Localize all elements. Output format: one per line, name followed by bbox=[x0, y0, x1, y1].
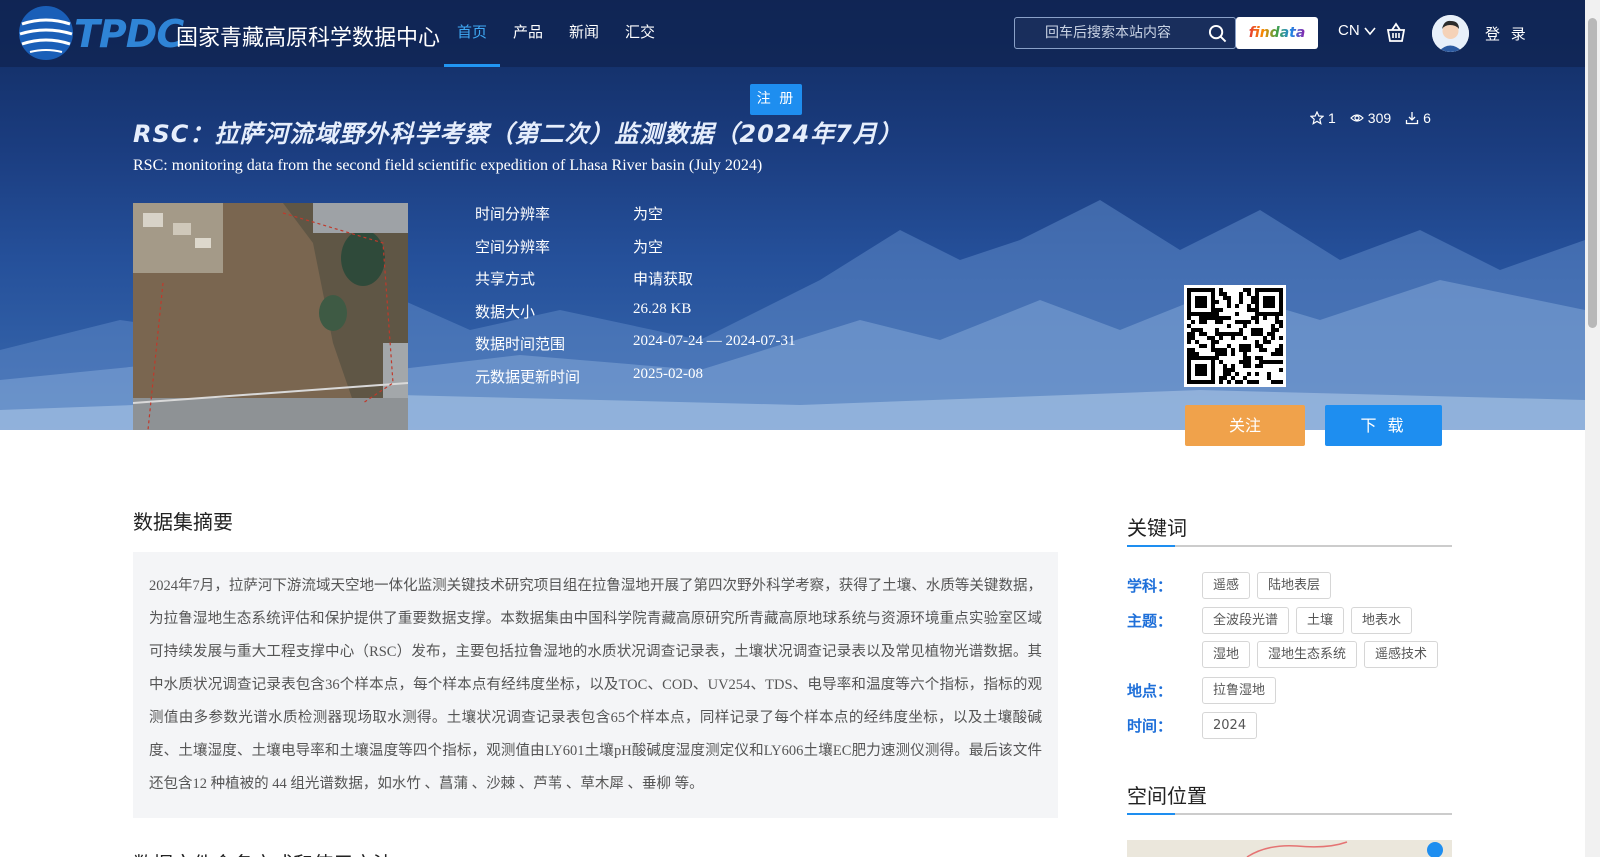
nav-products[interactable]: 产品 bbox=[500, 0, 556, 67]
abstract-heading: 数据集摘要 bbox=[133, 510, 233, 534]
chevron-down-icon bbox=[1364, 27, 1376, 36]
keyword-tag[interactable]: 地表水 bbox=[1351, 607, 1413, 634]
download-count-value: 6 bbox=[1423, 110, 1431, 126]
main-nav: 首页 产品 新闻 汇交 bbox=[444, 0, 668, 67]
search-icon[interactable] bbox=[1208, 24, 1227, 43]
view-count: 309 bbox=[1349, 110, 1392, 126]
meta-value-data-size: 26.28 KB bbox=[633, 300, 692, 317]
view-count-value: 309 bbox=[1367, 110, 1392, 126]
dataset-title-en: RSC: monitoring data from the second fie… bbox=[133, 157, 763, 174]
logo-name: 国家青藏高原科学数据中心 bbox=[176, 26, 441, 51]
user-avatar-icon bbox=[1432, 15, 1469, 52]
findata-button[interactable]: findata bbox=[1236, 17, 1318, 49]
keyword-label-location: 地点： bbox=[1127, 682, 1173, 700]
location-map[interactable] bbox=[1127, 840, 1452, 857]
satellite-image bbox=[133, 203, 408, 430]
meta-value-spatial-resolution: 为空 bbox=[633, 239, 664, 256]
meta-label-updated: 元数据更新时间 bbox=[475, 367, 581, 386]
meta-value-updated: 2025-02-08 bbox=[633, 365, 703, 382]
map-preview bbox=[1246, 841, 1443, 857]
keyword-label-topic: 主题： bbox=[1127, 612, 1173, 630]
keywords-divider bbox=[1127, 545, 1452, 547]
download-count: 6 bbox=[1405, 110, 1431, 126]
search-box bbox=[1014, 17, 1236, 49]
meta-label-sharing: 共享方式 bbox=[475, 270, 536, 288]
abstract-text: 2024年7月，拉萨河下游流域天空地一体化监测关键技术研究项目组在拉鲁湿地开展了… bbox=[133, 552, 1058, 818]
findata-label: findata bbox=[1248, 25, 1306, 41]
page-scrollbar[interactable] bbox=[1585, 0, 1600, 857]
login-link[interactable]: 登 录 bbox=[1485, 23, 1529, 44]
keyword-group-time: 时间： 2024 bbox=[1127, 712, 1452, 740]
meta-value-time-range: 2024-07-24 — 2024-07-31 bbox=[633, 333, 796, 349]
qr-code-icon bbox=[1187, 288, 1283, 384]
meta-label-spatial-resolution: 空间分辨率 bbox=[475, 237, 551, 256]
keyword-tag[interactable]: 2024 bbox=[1202, 712, 1258, 739]
nav-home[interactable]: 首页 bbox=[444, 0, 501, 67]
meta-label-time-resolution: 时间分辨率 bbox=[475, 205, 551, 223]
download-button[interactable]: 下 载 bbox=[1325, 405, 1442, 446]
keyword-label-time: 时间： bbox=[1127, 717, 1173, 735]
meta-value-time-resolution: 为空 bbox=[633, 207, 664, 223]
star-count[interactable]: 1 bbox=[1310, 110, 1336, 126]
keyword-tags: 2024 bbox=[1202, 712, 1452, 740]
nav-submit[interactable]: 汇交 bbox=[612, 0, 668, 67]
file-naming-heading: 数据文件命名方式和使用方法 bbox=[133, 848, 393, 857]
dataset-title-cn: RSC：拉萨河流域野外科学考察（第二次）监测数据（2024年7月） bbox=[133, 120, 903, 148]
logo-abbr: TPDC bbox=[74, 12, 184, 56]
keyword-tag[interactable]: 全波段光谱 bbox=[1202, 607, 1290, 634]
keyword-tag[interactable]: 土壤 bbox=[1296, 607, 1345, 634]
keyword-tag[interactable]: 陆地表层 bbox=[1257, 572, 1332, 599]
language-label: CN bbox=[1338, 22, 1360, 39]
meta-label-data-size: 数据大小 bbox=[475, 302, 536, 321]
meta-label-time-range: 数据时间范围 bbox=[475, 335, 566, 353]
dataset-thumbnail[interactable] bbox=[133, 203, 408, 430]
cart-icon[interactable] bbox=[1385, 22, 1407, 44]
keyword-label-discipline: 学科： bbox=[1127, 577, 1173, 595]
star-count-value: 1 bbox=[1328, 110, 1336, 126]
keyword-tag[interactable]: 拉鲁湿地 bbox=[1202, 677, 1277, 704]
follow-button[interactable]: 关注 bbox=[1185, 405, 1305, 446]
keywords-heading: 关键词 bbox=[1127, 516, 1187, 540]
scrollbar-thumb[interactable] bbox=[1588, 18, 1597, 328]
meta-value-sharing: 申请获取 bbox=[633, 272, 694, 288]
location-divider bbox=[1127, 813, 1452, 815]
keyword-group-location: 地点： 拉鲁湿地 bbox=[1127, 677, 1452, 705]
qr-code bbox=[1184, 285, 1286, 387]
keyword-tag[interactable]: 湿地生态系统 bbox=[1257, 641, 1358, 668]
keyword-tag[interactable]: 湿地 bbox=[1202, 641, 1251, 668]
keyword-tags: 拉鲁湿地 bbox=[1202, 677, 1452, 705]
keyword-tag[interactable]: 遥感 bbox=[1202, 572, 1251, 599]
nav-news[interactable]: 新闻 bbox=[556, 0, 612, 67]
register-button[interactable]: 注 册 bbox=[750, 84, 802, 115]
keyword-group-discipline: 学科： 遥感 陆地表层 bbox=[1127, 572, 1452, 600]
keyword-tags: 遥感 陆地表层 bbox=[1202, 572, 1452, 600]
location-heading: 空间位置 bbox=[1127, 784, 1207, 808]
star-icon bbox=[1310, 111, 1324, 125]
keyword-tags: 全波段光谱 土壤 地表水 湿地 湿地生态系统 遥感技术 bbox=[1202, 607, 1452, 668]
eye-icon bbox=[1349, 114, 1364, 122]
tpdc-logo[interactable]: TPDC 国家青藏高原科学数据中心 bbox=[16, 2, 440, 66]
globe-logo-icon bbox=[19, 6, 73, 60]
dataset-stats: 1 309 6 bbox=[1310, 110, 1431, 126]
search-input[interactable] bbox=[1015, 18, 1205, 48]
download-icon bbox=[1406, 112, 1419, 125]
keyword-group-topic: 主题： 全波段光谱 土壤 地表水 湿地 湿地生态系统 遥感技术 bbox=[1127, 607, 1452, 668]
top-navbar: TPDC 国家青藏高原科学数据中心 首页 产品 新闻 汇交 findata CN bbox=[0, 0, 1585, 67]
keyword-tag[interactable]: 遥感技术 bbox=[1364, 641, 1439, 668]
avatar[interactable] bbox=[1432, 15, 1469, 52]
language-switcher[interactable]: CN bbox=[1338, 22, 1376, 39]
